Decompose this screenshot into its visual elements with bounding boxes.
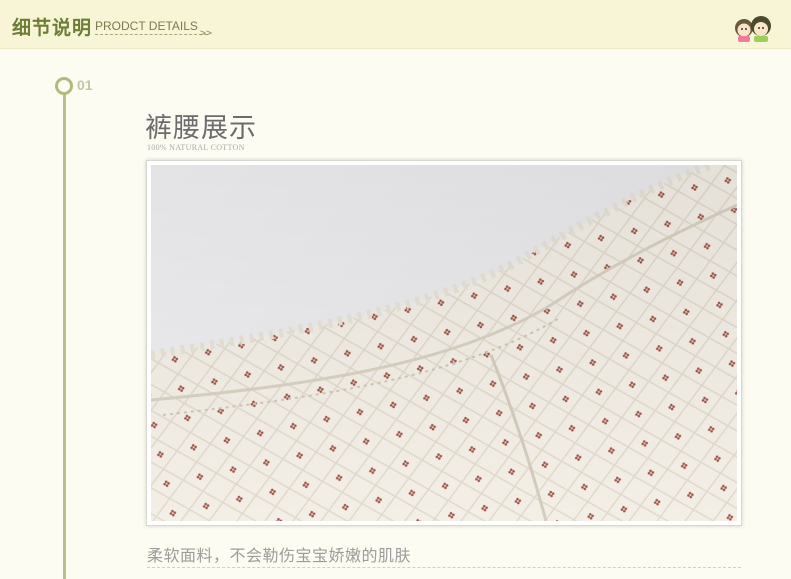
quilted-waistband-photo [151, 165, 737, 521]
waistband-illustration [151, 165, 737, 521]
section-subtitle: 100% NATURAL COTTON [147, 143, 245, 152]
header-title-cn: 细节说明 [12, 17, 93, 39]
timeline-line [63, 92, 66, 579]
caption-divider [147, 567, 741, 568]
product-photo-frame [146, 160, 742, 526]
header-arrows: >> [200, 28, 213, 39]
header-dash-divider [95, 34, 207, 35]
section-title: 裤腰展示 [145, 113, 257, 144]
step-circle-icon [55, 77, 73, 95]
step-number: 01 [77, 77, 93, 93]
mascot-kids-icon [735, 16, 771, 42]
header-banner: 细节说明 PRODCT DETAILS >> [0, 0, 791, 49]
header-title-en: PRODCT DETAILS [95, 19, 198, 33]
photo-caption: 柔软面料，不会勒伤宝宝娇嫩的肌肤 [147, 546, 412, 565]
